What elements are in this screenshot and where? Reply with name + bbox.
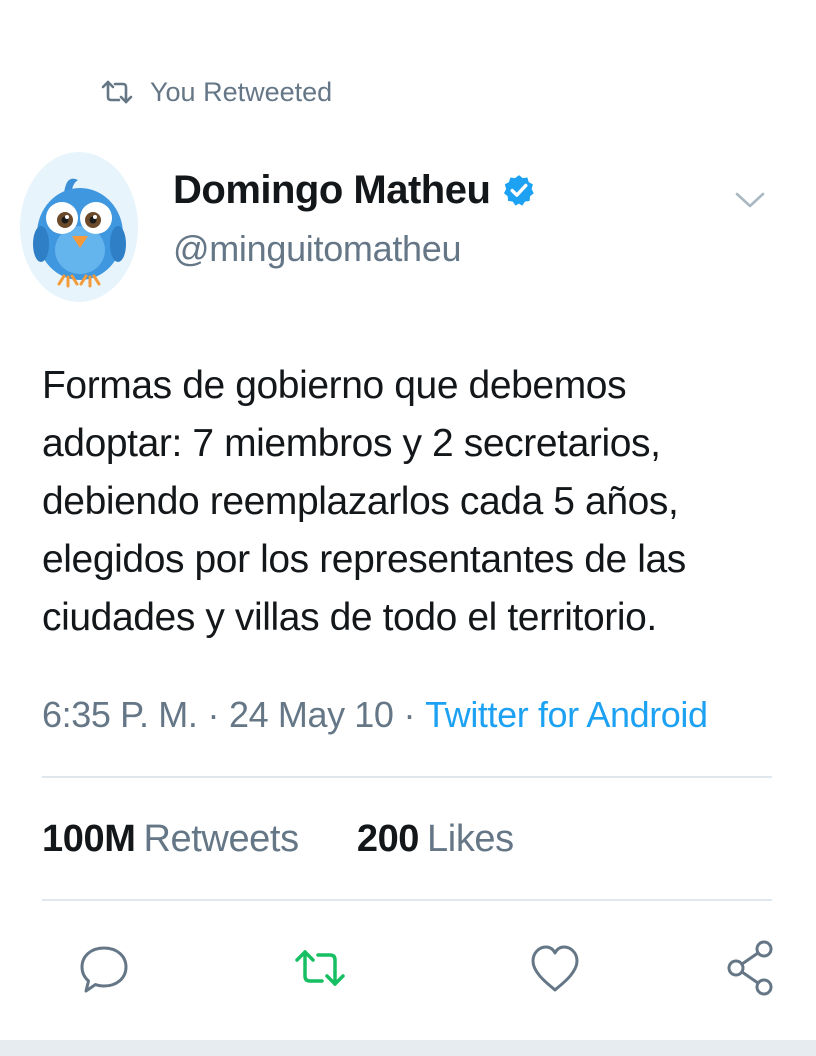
author-handle[interactable]: @minguitomatheu [173, 228, 536, 270]
retweets-count: 100M [42, 818, 136, 860]
divider [42, 899, 772, 901]
tweet-text-line: elegidos por los representantes de las [42, 538, 686, 581]
tweet-text-line: adoptar: 7 miembros y 2 secretarios, [42, 422, 661, 465]
avatar[interactable] [20, 152, 138, 302]
likes-count: 200 [356, 818, 420, 860]
author-name-row: Domingo Matheu [173, 160, 536, 220]
separator-dot: · [207, 694, 220, 735]
tweet-text-line: Formas de gobierno que debemos [42, 364, 627, 407]
tweet-text-line: debiendo reemplazarlos cada 5 años, [42, 480, 679, 523]
divider [42, 776, 772, 778]
like-icon[interactable] [527, 938, 583, 998]
retweets-label: Retweets [143, 818, 299, 860]
retweet-context: You Retweeted [100, 72, 332, 112]
tweet-text: Formas de gobierno que debemos adoptar: … [42, 357, 782, 647]
verified-badge-icon [504, 175, 535, 206]
likes-stat[interactable]: 200 Likes [357, 818, 514, 861]
tweet-time: 6:35 P. M. [42, 694, 198, 735]
author-display-name[interactable]: Domingo Matheu [173, 168, 491, 213]
retweet-icon[interactable] [292, 938, 348, 998]
tweet-stats: 100M Retweets 200 Likes [42, 818, 514, 861]
tweet-date: 24 May 10 [229, 694, 394, 735]
share-icon[interactable] [722, 938, 778, 998]
retweet-context-label: You Retweeted [150, 76, 333, 107]
tweet-source-link[interactable]: Twitter for Android [425, 694, 708, 735]
tweet-author[interactable]: Domingo Matheu @minguitomatheu [173, 160, 536, 270]
tweet-text-line: ciudades y villas de todo el territorio. [42, 596, 657, 639]
likes-label: Likes [427, 818, 514, 860]
retweet-icon [101, 80, 133, 104]
chevron-down-icon[interactable] [733, 188, 767, 212]
retweets-stat[interactable]: 100M Retweets [42, 818, 299, 861]
reply-icon[interactable] [76, 938, 132, 998]
bird-avatar [20, 152, 138, 302]
tweet-metadata: 6:35 P. M. · 24 May 10 · Twitter for Android [42, 694, 708, 736]
bottom-edge-bar [0, 1040, 816, 1056]
separator-dot: · [403, 694, 416, 735]
